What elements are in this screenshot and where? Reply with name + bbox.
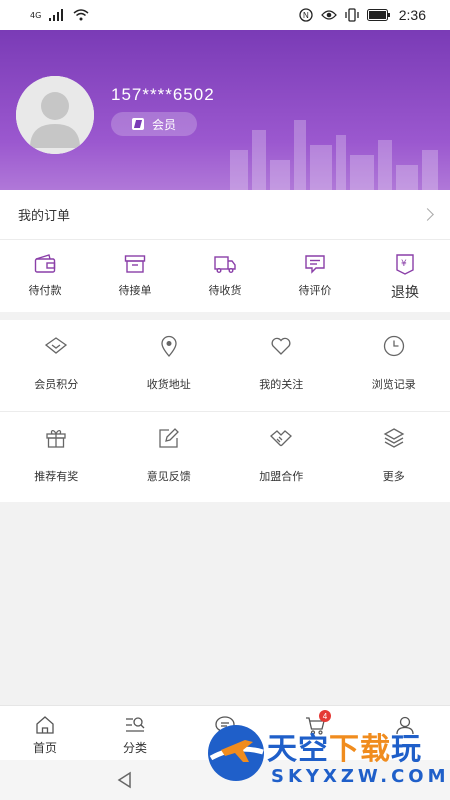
member-badge-icon xyxy=(131,118,144,130)
order-pending-delivery[interactable]: 待收货 xyxy=(180,240,270,312)
shipping-address[interactable]: 收货地址 xyxy=(113,320,226,411)
comment-icon xyxy=(305,255,325,274)
member-points[interactable]: 会员积分 xyxy=(0,320,113,411)
globe-plane-logo-icon xyxy=(208,725,264,781)
user-phone: 157****6502 xyxy=(111,85,215,104)
avatar[interactable] xyxy=(16,76,94,154)
clock-icon xyxy=(383,335,404,357)
service-label: 浏览记录 xyxy=(371,378,416,391)
service-label: 推荐有奖 xyxy=(34,470,79,483)
order-label: 待评价 xyxy=(298,284,332,297)
tab-label: 分类 xyxy=(122,741,147,755)
services-row: 推荐有奖 意见反馈 加盟合作 更多 xyxy=(0,411,450,502)
heart-icon xyxy=(271,337,291,355)
watermark-logo: 天空下载玩 SKYXZW.COM xyxy=(205,718,450,800)
svg-text:¥: ¥ xyxy=(401,259,407,269)
watermark-title-part: 天空 xyxy=(267,732,329,767)
box-icon xyxy=(124,255,146,273)
my-follows[interactable]: 我的关注 xyxy=(225,320,338,411)
member-label: 会员 xyxy=(151,117,176,132)
service-label: 意见反馈 xyxy=(146,470,191,483)
location-pin-icon xyxy=(161,335,177,357)
browsing-history[interactable]: 浏览记录 xyxy=(338,320,450,411)
truck-icon xyxy=(214,256,236,274)
diamond-icon xyxy=(45,337,68,354)
handshake-icon xyxy=(270,430,293,447)
order-status-row: 待付款 待接单 待收货 待评价 ¥ 退换 xyxy=(0,240,450,312)
nfc-icon: N xyxy=(299,8,313,22)
order-pending-accept[interactable]: 待接单 xyxy=(90,240,180,312)
order-pending-review[interactable]: 待评价 xyxy=(270,240,360,312)
profile-header: 157****6502 会员 xyxy=(0,30,450,190)
home-icon xyxy=(36,716,54,734)
svg-text:N: N xyxy=(303,11,309,20)
my-orders-title: 我的订单 xyxy=(18,209,71,224)
services-row: 会员积分 收货地址 我的关注 浏览记录 xyxy=(0,320,450,411)
member-badge[interactable]: 会员 xyxy=(111,112,197,136)
service-label: 我的关注 xyxy=(259,378,304,391)
my-orders-header[interactable]: 我的订单 xyxy=(0,190,450,240)
order-label: 待付款 xyxy=(28,284,62,297)
franchise-cooperation[interactable]: 加盟合作 xyxy=(225,412,338,502)
watermark-title-part: 玩 xyxy=(391,732,422,767)
signal-icon xyxy=(49,9,64,21)
tab-label: 首页 xyxy=(32,741,57,755)
city-skyline-decoration xyxy=(230,120,438,190)
gift-icon xyxy=(46,429,66,448)
order-refund-exchange[interactable]: ¥ 退换 xyxy=(360,240,450,312)
network-type: 4G xyxy=(30,10,42,20)
edit-icon xyxy=(159,428,179,448)
refund-icon: ¥ xyxy=(396,254,414,275)
watermark-title: 天空下载玩 xyxy=(267,724,422,768)
back-triangle-icon[interactable] xyxy=(115,770,135,790)
vibrate-icon xyxy=(345,8,359,22)
default-user-avatar-icon xyxy=(16,76,94,154)
order-pending-payment[interactable]: 待付款 xyxy=(0,240,90,312)
wifi-icon xyxy=(73,9,89,21)
category-search-icon xyxy=(126,717,145,732)
service-label: 更多 xyxy=(382,470,405,483)
watermark-title-part: 下载 xyxy=(329,732,391,767)
eye-icon xyxy=(320,10,337,20)
chevron-right-icon xyxy=(421,208,434,221)
status-bar: 4G N 2:36 xyxy=(0,0,450,30)
battery-icon xyxy=(366,9,390,21)
service-label: 会员积分 xyxy=(34,378,79,391)
order-label: 退换 xyxy=(391,285,419,301)
services-grid: 会员积分 收货地址 我的关注 浏览记录 推荐有奖 意见反馈 加盟合作 更多 xyxy=(0,320,450,502)
clock-time: 2:36 xyxy=(398,7,426,23)
order-label: 待接单 xyxy=(118,284,152,297)
watermark-subtitle: SKYXZW.COM xyxy=(271,766,450,787)
tab-category[interactable]: 分类 xyxy=(90,706,180,760)
order-label: 待收货 xyxy=(208,284,242,297)
service-label: 加盟合作 xyxy=(259,470,304,483)
layers-icon xyxy=(383,428,405,448)
more[interactable]: 更多 xyxy=(338,412,450,502)
tab-home[interactable]: 首页 xyxy=(0,706,90,760)
service-label: 收货地址 xyxy=(146,378,191,391)
referral-reward[interactable]: 推荐有奖 xyxy=(0,412,113,502)
feedback[interactable]: 意见反馈 xyxy=(113,412,226,502)
wallet-icon xyxy=(34,254,56,273)
